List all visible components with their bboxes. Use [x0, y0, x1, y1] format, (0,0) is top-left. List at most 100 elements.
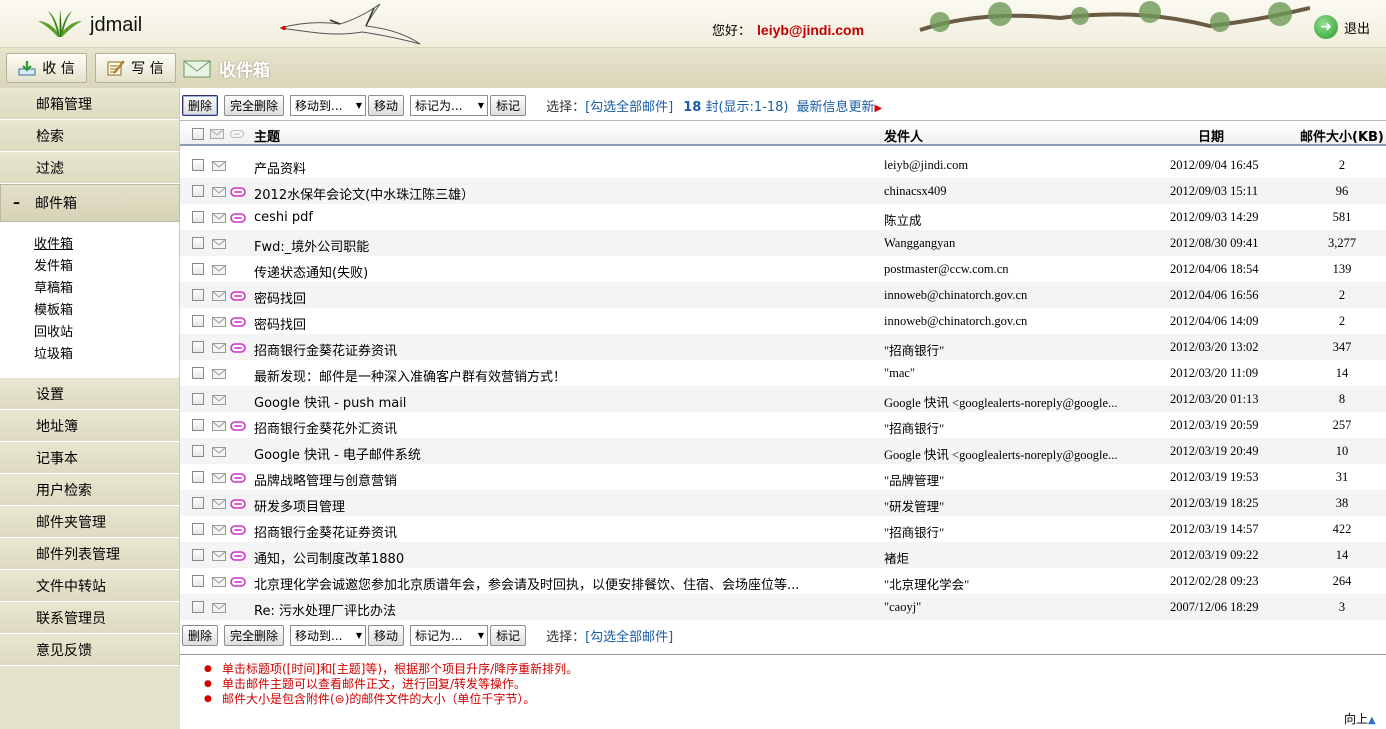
table-row[interactable]: ceshi pdf 陈立成 2012/09/03 14:29 581: [180, 204, 1386, 230]
table-row[interactable]: 北京理化学会诚邀您参加北京质谱年会，参会请及时回执，以便安排餐饮、住宿、会场座位…: [180, 568, 1386, 594]
row-checkbox[interactable]: [192, 367, 204, 379]
sidebar-item[interactable]: 邮件夹管理: [0, 506, 180, 538]
row-checkbox[interactable]: [192, 263, 204, 275]
mail-subject-link[interactable]: 密码找回: [254, 314, 306, 333]
compose-mail-button[interactable]: 写 信: [95, 53, 176, 83]
collapse-toggle-icon[interactable]: –: [13, 195, 35, 211]
delete-button[interactable]: 删除: [182, 94, 219, 116]
mail-subject-link[interactable]: 品牌战略管理与创意营销: [254, 470, 397, 489]
row-checkbox[interactable]: [192, 211, 204, 223]
mail-subject-link[interactable]: Fwd:_境外公司职能: [254, 236, 369, 255]
column-date[interactable]: 日期: [1198, 126, 1224, 145]
sidebar-item-mailbox[interactable]: – 邮件箱: [0, 184, 180, 222]
mail-sender: "北京理化学会": [884, 578, 970, 592]
table-row[interactable]: 最新发现：邮件是一种深入准确客户群有效营销方式！ "mac" 2012/03/20 …: [180, 360, 1386, 386]
sidebar-item[interactable]: 文件中转站: [0, 570, 180, 602]
row-checkbox[interactable]: [192, 185, 204, 197]
delete-permanently-button[interactable]: 完全删除: [224, 94, 285, 116]
subfolder-item[interactable]: 草稿箱: [34, 278, 179, 300]
move-button[interactable]: 移动: [368, 624, 405, 646]
row-checkbox[interactable]: [192, 497, 204, 509]
back-to-top-link[interactable]: 向上▲: [1344, 710, 1376, 727]
delete-button[interactable]: 删除: [182, 624, 219, 646]
mail-subject-link[interactable]: 招商银行金葵花外汇资讯: [254, 418, 397, 437]
row-checkbox[interactable]: [192, 159, 204, 171]
row-checkbox[interactable]: [192, 289, 204, 301]
move-to-select[interactable]: 移动到... ▼: [290, 94, 367, 116]
column-subject[interactable]: 主题: [254, 126, 280, 145]
row-checkbox[interactable]: [192, 419, 204, 431]
mail-subject-link[interactable]: 招商银行金葵花证券资讯: [254, 522, 397, 541]
subfolder-item[interactable]: 发件箱: [34, 256, 179, 278]
subfolder-item[interactable]: 垃圾箱: [34, 344, 179, 366]
select-all-link[interactable]: [勾选全部邮件]: [585, 630, 673, 645]
table-row[interactable]: Re: 污水处理厂评比办法 "caoyj" 2007/12/06 18:29 3: [180, 594, 1386, 620]
mark-button[interactable]: 标记: [490, 94, 527, 116]
table-row[interactable]: Google 快讯 - push mail Google 快讯 <googleal…: [180, 386, 1386, 412]
table-row[interactable]: 密码找回 innoweb@chinatorch.gov.cn 2012/04/06 …: [180, 308, 1386, 334]
row-checkbox[interactable]: [192, 445, 204, 457]
table-row[interactable]: 密码找回 innoweb@chinatorch.gov.cn 2012/04/06 …: [180, 282, 1386, 308]
row-checkbox[interactable]: [192, 393, 204, 405]
table-row[interactable]: 研发多项目管理 "研发管理" 2012/03/19 18:25 38: [180, 490, 1386, 516]
mark-as-select[interactable]: 标记为... ▼: [410, 624, 489, 646]
jdmail-logo-icon: [38, 9, 82, 37]
delete-permanently-button[interactable]: 完全删除: [224, 624, 285, 646]
mail-subject-link[interactable]: 2012水保年会论文(中水珠江陈三雄）: [254, 184, 474, 203]
mail-subject-link[interactable]: 密码找回: [254, 288, 306, 307]
mail-subject-link[interactable]: ceshi pdf: [254, 210, 313, 225]
mail-subject-link[interactable]: 传递状态通知(失败): [254, 262, 368, 281]
move-button[interactable]: 移动: [368, 94, 405, 116]
column-sender[interactable]: 发件人: [884, 126, 923, 145]
row-checkbox[interactable]: [192, 523, 204, 535]
mail-subject-link[interactable]: 北京理化学会诚邀您参加北京质谱年会，参会请及时回执，以便安排餐饮、住宿、会场座位…: [254, 574, 799, 593]
latest-news-link[interactable]: 最新信息更新▶: [797, 96, 883, 115]
sidebar-item[interactable]: 用户检索: [0, 474, 180, 506]
mail-subject-link[interactable]: 最新发现：邮件是一种深入准确客户群有效营销方式！: [254, 366, 566, 385]
sidebar-item[interactable]: 邮件列表管理: [0, 538, 180, 570]
subfolder-item[interactable]: 模板箱: [34, 300, 179, 322]
row-checkbox[interactable]: [192, 341, 204, 353]
sidebar-item[interactable]: 联系管理员: [0, 602, 180, 634]
mail-subject-link[interactable]: Google 快讯 - push mail: [254, 392, 406, 411]
sidebar-item[interactable]: 意见反馈: [0, 634, 180, 666]
table-row[interactable]: 品牌战略管理与创意营销 "品牌管理" 2012/03/19 19:53 31: [180, 464, 1386, 490]
row-checkbox[interactable]: [192, 601, 204, 613]
move-to-select[interactable]: 移动到... ▼: [290, 624, 367, 646]
table-row[interactable]: 产品资料 leiyb@jindi.com 2012/09/04 16:45 2: [180, 152, 1386, 178]
table-row[interactable]: Fwd:_境外公司职能 Wanggangyan 2012/08/30 09:41 3,…: [180, 230, 1386, 256]
row-checkbox[interactable]: [192, 471, 204, 483]
mark-as-select[interactable]: 标记为... ▼: [410, 94, 489, 116]
sidebar-item[interactable]: 记事本: [0, 442, 180, 474]
select-all-checkbox[interactable]: [192, 128, 204, 140]
sidebar-item[interactable]: 邮箱管理: [0, 88, 180, 120]
subfolder-item[interactable]: 回收站: [34, 322, 179, 344]
mail-subject-link[interactable]: Google 快讯 - 电子邮件系统: [254, 444, 421, 463]
table-row[interactable]: 招商银行金葵花外汇资讯 "招商银行" 2012/03/19 20:59 257: [180, 412, 1386, 438]
logout-button[interactable]: ➜ 退出: [1314, 15, 1370, 39]
mail-subject-link[interactable]: 通知，公司制度改革1880: [254, 548, 404, 567]
table-row[interactable]: 传递状态通知(失败) postmaster@ccw.com.cn 2012/04/0…: [180, 256, 1386, 282]
row-checkbox[interactable]: [192, 315, 204, 327]
row-checkbox[interactable]: [192, 237, 204, 249]
sidebar-item[interactable]: 过滤: [0, 152, 180, 184]
receive-mail-button[interactable]: 收 信: [6, 53, 87, 83]
mail-subject-link[interactable]: 产品资料: [254, 158, 306, 177]
select-all-link[interactable]: [勾选全部邮件]: [585, 100, 673, 115]
mail-subject-link[interactable]: Re: 污水处理厂评比办法: [254, 600, 396, 619]
table-row[interactable]: Google 快讯 - 电子邮件系统 Google 快讯 <googlealert…: [180, 438, 1386, 464]
column-size[interactable]: 邮件大小(KB): [1300, 126, 1384, 145]
table-row[interactable]: 通知，公司制度改革1880 褚炬 2012/03/19 09:22 14: [180, 542, 1386, 568]
table-row[interactable]: 2012水保年会论文(中水珠江陈三雄） chinacsx409 2012/09/03…: [180, 178, 1386, 204]
sidebar-item[interactable]: 检索: [0, 120, 180, 152]
sidebar-item[interactable]: 地址簿: [0, 410, 180, 442]
row-checkbox[interactable]: [192, 549, 204, 561]
mark-button[interactable]: 标记: [490, 624, 527, 646]
mail-subject-link[interactable]: 招商银行金葵花证券资讯: [254, 340, 397, 359]
mail-subject-link[interactable]: 研发多项目管理: [254, 496, 345, 515]
table-row[interactable]: 招商银行金葵花证券资讯 "招商银行" 2012/03/20 13:02 347: [180, 334, 1386, 360]
sidebar-item[interactable]: 设置: [0, 378, 180, 410]
row-checkbox[interactable]: [192, 575, 204, 587]
table-row[interactable]: 招商银行金葵花证券资讯 "招商银行" 2012/03/19 14:57 422: [180, 516, 1386, 542]
subfolder-item[interactable]: 收件箱: [34, 234, 179, 256]
